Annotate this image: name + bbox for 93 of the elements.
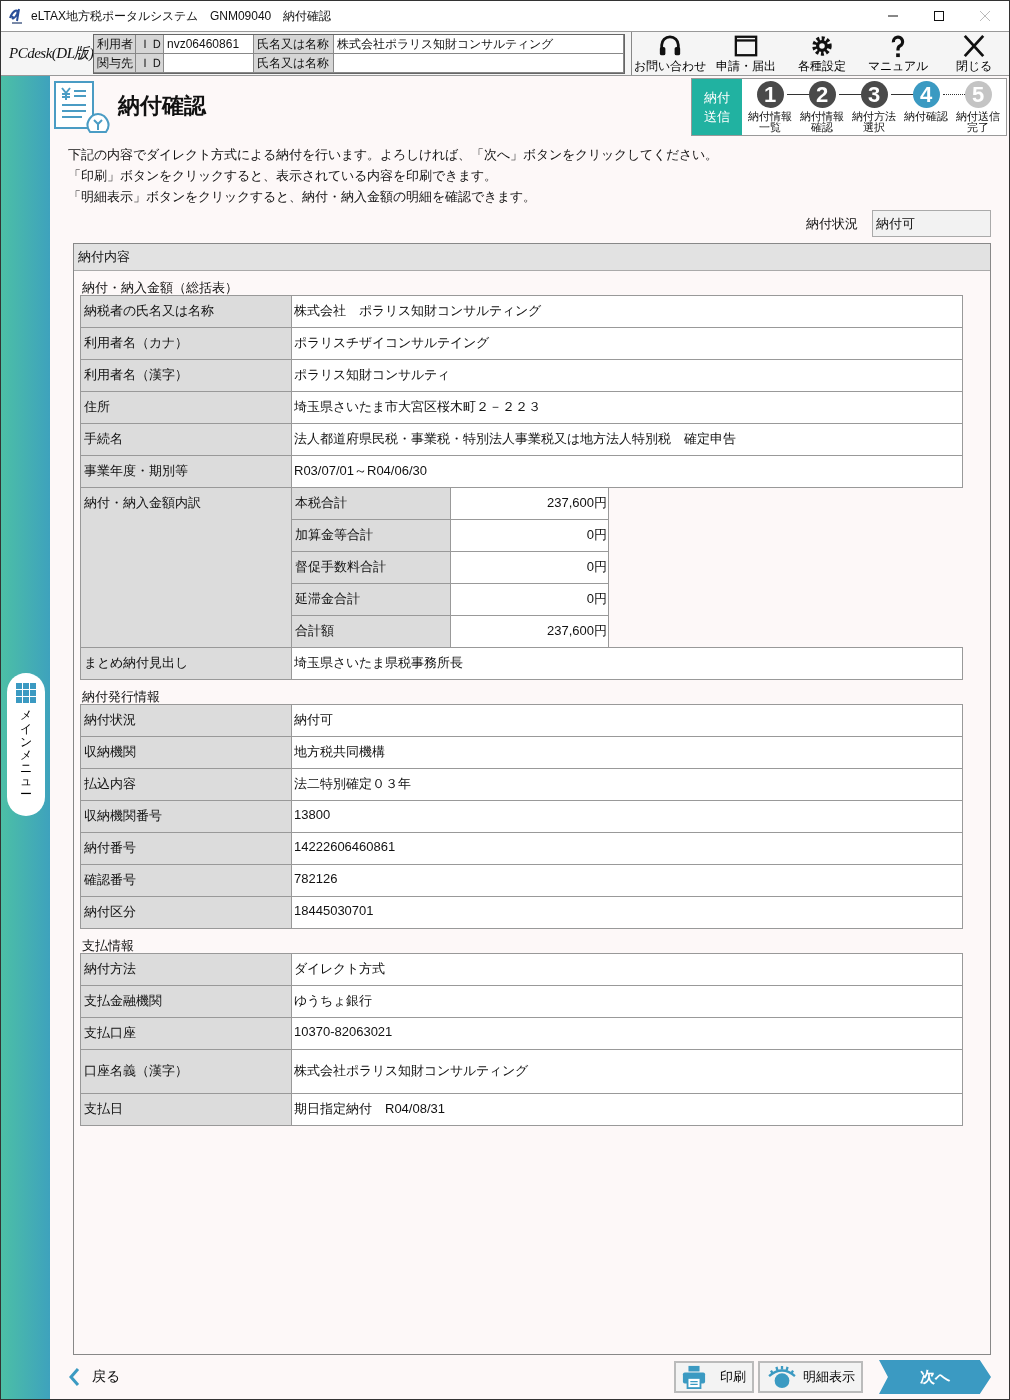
invoice-icon xyxy=(52,78,112,134)
table-label-cell: 手続名 xyxy=(81,424,292,455)
table-label-cell: 口座名義（漢字） xyxy=(81,1050,292,1093)
toolbar-button[interactable]: マニュアル xyxy=(860,32,936,75)
step-number: 1 xyxy=(756,81,784,108)
toolbar-button[interactable]: 閉じる xyxy=(936,32,1009,75)
instruction-text: 下記の内容でダイレクト方式による納付を行います。よろしければ、「次へ」ボタンをクリックしてください。 xyxy=(68,146,719,164)
table-label-cell: 合計額 xyxy=(292,616,451,647)
step-label: 納付確認 xyxy=(904,111,948,122)
table-cell: ゆうちょ銀行 xyxy=(292,986,963,1017)
toolbar-button[interactable]: 各種設定 xyxy=(784,32,860,75)
maximize-icon[interactable] xyxy=(933,10,945,22)
table-label-cell: 本税合計 xyxy=(292,488,451,519)
main-menu-button[interactable]: メインメニュー xyxy=(6,673,45,816)
table-label-cell: 督促手数料合計 xyxy=(292,552,451,583)
app-logo: PCdesk(DL版) xyxy=(8,44,93,63)
status-label: 納付状況 xyxy=(806,214,858,233)
table-label-cell: 利用者名（カナ） xyxy=(81,328,292,359)
table-label-cell: 確認番号 xyxy=(81,865,292,896)
back-link[interactable]: 戻る xyxy=(68,1367,120,1387)
table-label-cell: 納付・納入金額内訳 xyxy=(81,488,292,647)
table-label-cell: 加算金等合計 xyxy=(292,520,451,551)
info-label: 氏名又は名称 xyxy=(254,34,334,54)
info-label: ＩＤ xyxy=(136,34,164,54)
table-label-cell: 納付区分 xyxy=(81,897,292,928)
table-cell: 納付可 xyxy=(292,705,963,736)
table-cell: 期日指定納付 R04/08/31 xyxy=(292,1094,963,1125)
info-label: 利用者 xyxy=(94,34,136,54)
table-cell: 0円 xyxy=(451,584,609,615)
eye-icon xyxy=(766,1365,798,1389)
table-cell: 782126 xyxy=(292,865,963,896)
table-cell: 株式会社 ポラリス知財コンサルティング xyxy=(292,296,963,327)
table-label-cell: 住所 xyxy=(81,392,292,423)
step-badge: 納付 送信 xyxy=(692,79,742,135)
window-title: eLTAX地方税ポータルシステム GNM09040 納付確認 xyxy=(31,7,332,25)
table-cell: R03/07/01～R04/06/30 xyxy=(292,456,963,487)
table-cell: 法人都道府県民税・事業税・特別法人事業税又は地方法人特別税 確定申告 xyxy=(292,424,963,455)
grid-icon xyxy=(15,683,36,704)
table-label-cell: 納税者の氏名又は名称 xyxy=(81,296,292,327)
section-title: 納付発行情報 xyxy=(81,688,161,704)
table-cell: 埼玉県さいたま県税事務所長 xyxy=(292,648,963,679)
step-label: 納付方法 選択 xyxy=(852,111,896,133)
step-label: 納付送信 完了 xyxy=(956,111,1000,133)
table-label-cell: 支払日 xyxy=(81,1094,292,1125)
step-number: 2 xyxy=(808,81,836,108)
table-label-cell: 支払口座 xyxy=(81,1018,292,1049)
table-label-cell: 事業年度・期別等 xyxy=(81,456,292,487)
table-label-cell: まとめ納付見出し xyxy=(81,648,292,679)
table-label-cell: 納付番号 xyxy=(81,833,292,864)
toolbar-button[interactable]: お問い合わせ xyxy=(632,32,708,75)
close-icon[interactable] xyxy=(979,10,991,22)
step-label: 納付情報 確認 xyxy=(800,111,844,133)
step-label: 納付情報 一覧 xyxy=(748,111,792,133)
table-cell: 法二特別確定０３年 xyxy=(292,769,963,800)
table-label-cell: 払込内容 xyxy=(81,769,292,800)
table-cell: 237,600円 xyxy=(451,488,609,519)
table-cell: ポラリス知財コンサルティ xyxy=(292,360,963,391)
step-number: 4 xyxy=(912,81,940,108)
table-label-cell: 納付方法 xyxy=(81,954,292,985)
page-title: 納付確認 xyxy=(118,92,206,120)
status-field: 納付可 xyxy=(872,210,991,237)
instruction-text: 「明細表示」ボタンをクリックすると、納付・納入金額の明細を確認できます。 xyxy=(68,188,537,206)
section-title: 支払情報 xyxy=(81,937,135,953)
section-title: 納付・納入金額（総括表） xyxy=(81,279,239,295)
panel-header: 納付内容 xyxy=(74,244,990,271)
detail-button[interactable]: 明細表示 xyxy=(758,1361,863,1393)
table-label-cell: 納付状況 xyxy=(81,705,292,736)
table-cell: 株式会社ポラリス知財コンサルティング xyxy=(292,1050,963,1093)
table-label-cell: 支払金融機関 xyxy=(81,986,292,1017)
table-cell: 埼玉県さいたま市大宮区桜木町２－２２３ xyxy=(292,392,963,423)
toolbar-button[interactable]: 申請・届出 xyxy=(708,32,784,75)
step-number: 5 xyxy=(964,81,992,108)
table-label-cell: 利用者名（漢字） xyxy=(81,360,292,391)
table-cell: 14222606460861 xyxy=(292,833,963,864)
table-cell: 地方税共同機構 xyxy=(292,737,963,768)
table-cell: ダイレクト方式 xyxy=(292,954,963,985)
table-cell: 18445030701 xyxy=(292,897,963,928)
table-cell: 237,600円 xyxy=(451,616,609,647)
instruction-text: 「印刷」ボタンをクリックすると、表示されている内容を印刷できます。 xyxy=(68,167,498,185)
chevron-left-icon xyxy=(68,1367,80,1387)
table-cell: 13800 xyxy=(292,801,963,832)
printer-icon xyxy=(682,1365,706,1389)
info-value: nvz06460861 xyxy=(164,34,254,54)
info-value: 株式会社ポラリス知財コンサルティング xyxy=(334,34,624,54)
table-label-cell: 収納機関番号 xyxy=(81,801,292,832)
table-cell: 10370-82063021 xyxy=(292,1018,963,1049)
step-number: 3 xyxy=(860,81,888,108)
table-cell: ポラリスチザイコンサルテイング xyxy=(292,328,963,359)
table-label-cell: 収納機関 xyxy=(81,737,292,768)
print-button[interactable]: 印刷 xyxy=(674,1361,754,1393)
table-cell: 0円 xyxy=(451,520,609,551)
table-label-cell: 延滞金合計 xyxy=(292,584,451,615)
table-cell: 0円 xyxy=(451,552,609,583)
